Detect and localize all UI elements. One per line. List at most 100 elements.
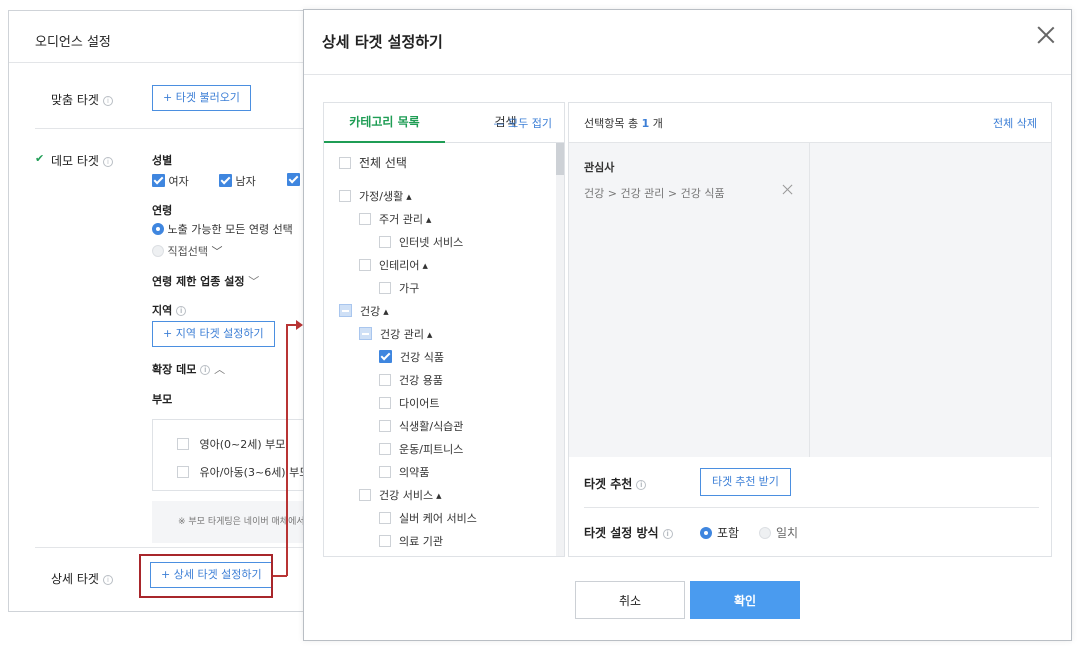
chevron-down-icon: ﹀ — [248, 275, 260, 288]
category-item[interactable]: 가구 — [379, 281, 419, 299]
category-item-label: 가정/생활 — [359, 190, 404, 203]
checkbox-checked-icon[interactable] — [379, 350, 392, 363]
select-all-checkbox[interactable]: 전체 선택 — [339, 155, 407, 173]
checkbox-unchecked-icon[interactable] — [379, 282, 391, 294]
category-item[interactable]: 주거 관리 ▲ — [359, 212, 431, 230]
selection-header: 선택항목 총 1 개 전체 삭제 — [569, 103, 1051, 143]
close-icon[interactable] — [1035, 24, 1057, 46]
category-item[interactable]: 건강 관리 ▲ — [359, 327, 432, 345]
selection-list: 관심사 건강 > 건강 관리 > 건강 식품 — [569, 143, 1051, 457]
checkbox-unchecked-icon[interactable] — [379, 466, 391, 478]
demo-target-label: 데모 타겟 i — [51, 152, 113, 169]
parent-toddler-checkbox[interactable]: 유아/아동(3~6세) 부모 — [177, 464, 309, 480]
method-exact-radio[interactable]: 일치 — [759, 524, 798, 541]
category-item-label: 의약품 — [399, 466, 430, 479]
parent-infant-checkbox[interactable]: 영아(0~2세) 부모 — [177, 436, 285, 452]
category-item-label: 실버 케어 서비스 — [399, 512, 477, 525]
cancel-button[interactable]: 취소 — [575, 581, 685, 619]
caret-up-icon[interactable]: ▲ — [426, 216, 431, 224]
scrollbar-thumb[interactable] — [556, 143, 564, 175]
audience-settings-panel: 오디언스 설정 맞춤 타겟 i + 타겟 불러오기 ✔ 데모 타겟 i 성별 여자 … — [8, 10, 317, 612]
highlight-annotation — [139, 554, 273, 598]
checkbox-unchecked-icon[interactable] — [379, 512, 391, 524]
category-item-label: 가구 — [399, 282, 420, 295]
caret-up-icon[interactable]: ▲ — [406, 193, 411, 201]
checkbox-unchecked-icon[interactable] — [359, 489, 371, 501]
info-icon: i — [662, 529, 673, 539]
age-restrict-label[interactable]: 연령 제한 업종 설정 ﹀ — [152, 273, 259, 289]
category-item[interactable]: 건강 용품 — [379, 373, 443, 391]
category-item[interactable]: 건강 식품 — [379, 350, 444, 368]
category-item[interactable]: 의료 기관 — [379, 534, 443, 552]
parent-options-box: 영아(0~2세) 부모 유아/아동(3~6세) 부모 — [152, 419, 317, 491]
load-target-button[interactable]: + 타겟 불러오기 — [152, 85, 251, 111]
category-item[interactable]: 운동/피트니스 — [379, 442, 463, 460]
age-label: 연령 — [152, 204, 173, 217]
parent-note-box: ※ 부모 타게팅은 네이버 매체에서만 — [152, 501, 317, 543]
gender-male-checkbox[interactable]: 남자 — [219, 173, 256, 189]
category-item[interactable]: 다이어트 — [379, 396, 439, 414]
divider — [809, 143, 810, 457]
extended-demo-label[interactable]: 확장 데모 i ︿ — [152, 361, 225, 377]
audience-settings-header: 오디언스 설정 — [9, 11, 307, 63]
info-icon: i — [636, 480, 647, 490]
target-recommend-button[interactable]: 타겟 추천 받기 — [700, 468, 791, 496]
arrow-connector — [286, 324, 288, 576]
category-item[interactable]: 건강 ▲ — [339, 304, 389, 322]
delete-all-button[interactable]: 전체 삭제 — [993, 115, 1037, 131]
category-item[interactable]: 인터넷 서비스 — [379, 235, 463, 253]
modal-header: 상세 타겟 설정하기 — [304, 10, 1071, 75]
checkbox-unchecked-icon[interactable] — [379, 443, 391, 455]
checkbox-unchecked-icon[interactable] — [379, 374, 391, 386]
checkbox-unchecked-icon[interactable] — [339, 190, 351, 202]
category-item[interactable]: 가정/생활 ▲ — [339, 189, 412, 207]
category-item[interactable]: 실버 케어 서비스 — [379, 511, 477, 529]
checkbox-unchecked-icon[interactable] — [379, 535, 391, 547]
checkbox-unchecked-icon[interactable] — [359, 213, 371, 225]
divider — [584, 507, 1039, 508]
checkbox-unchecked-icon[interactable] — [379, 236, 391, 248]
checkbox-checked-icon — [219, 174, 232, 187]
confirm-button[interactable]: 확인 — [690, 581, 800, 619]
checkbox-partial-icon[interactable] — [359, 327, 372, 340]
target-method-label: 타겟 설정 방식 i — [584, 524, 673, 541]
checkbox-unchecked-icon — [177, 466, 189, 478]
category-item-label: 건강 식품 — [400, 351, 444, 364]
checkbox-unchecked-icon[interactable] — [359, 259, 371, 271]
age-all-radio[interactable]: 노출 가능한 모든 연령 선택 — [152, 221, 293, 237]
category-item[interactable]: 식생활/식습관 — [379, 419, 463, 437]
age-direct-radio[interactable]: 직접선택 ﹀ — [152, 243, 222, 259]
checkbox-unchecked-icon[interactable] — [379, 420, 391, 432]
category-item[interactable]: 인테리어 ▲ — [359, 258, 428, 276]
gender-third-checkbox[interactable] — [287, 173, 300, 187]
detail-target-label: 상세 타겟 i — [51, 570, 113, 587]
selected-item: 건강 > 건강 관리 > 건강 식품 — [584, 187, 725, 200]
category-item-label: 식생활/식습관 — [399, 420, 464, 433]
collapse-all-button[interactable]: — 모두 접기 — [494, 115, 552, 131]
checkbox-unchecked-icon[interactable] — [379, 397, 391, 409]
info-icon: i — [102, 157, 113, 167]
caret-up-icon[interactable]: ▲ — [436, 492, 441, 500]
region-label: 지역 i — [152, 302, 187, 318]
region-target-button[interactable]: + 지역 타겟 설정하기 — [152, 321, 275, 347]
tab-category-list[interactable]: 카테고리 목록 — [324, 103, 445, 143]
gender-female-checkbox[interactable]: 여자 — [152, 173, 189, 189]
caret-up-icon[interactable]: ▲ — [383, 308, 388, 316]
selection-count: 선택항목 총 1 개 — [584, 117, 663, 130]
scrollbar-track[interactable] — [556, 143, 564, 556]
radio-unselected-icon — [152, 245, 164, 257]
checkbox-partial-icon[interactable] — [339, 304, 352, 317]
selection-group-title: 관심사 — [584, 161, 615, 174]
category-item[interactable]: 의약품 — [379, 465, 429, 483]
caret-up-icon[interactable]: ▲ — [422, 262, 427, 270]
category-item-label: 건강 용품 — [399, 374, 443, 387]
category-item[interactable]: 건강 서비스 ▲ — [359, 488, 442, 506]
selection-panel: 선택항목 총 1 개 전체 삭제 관심사 건강 > 건강 관리 > 건강 식품 … — [568, 102, 1052, 557]
divider — [35, 547, 309, 548]
chevron-up-icon: ︿ — [214, 363, 226, 376]
category-item-label: 주거 관리 — [379, 213, 423, 226]
caret-up-icon[interactable]: ▲ — [427, 331, 432, 339]
category-item-label: 건강 서비스 — [379, 489, 434, 502]
method-include-radio[interactable]: 포함 — [700, 524, 739, 541]
remove-item-icon[interactable] — [782, 183, 794, 195]
